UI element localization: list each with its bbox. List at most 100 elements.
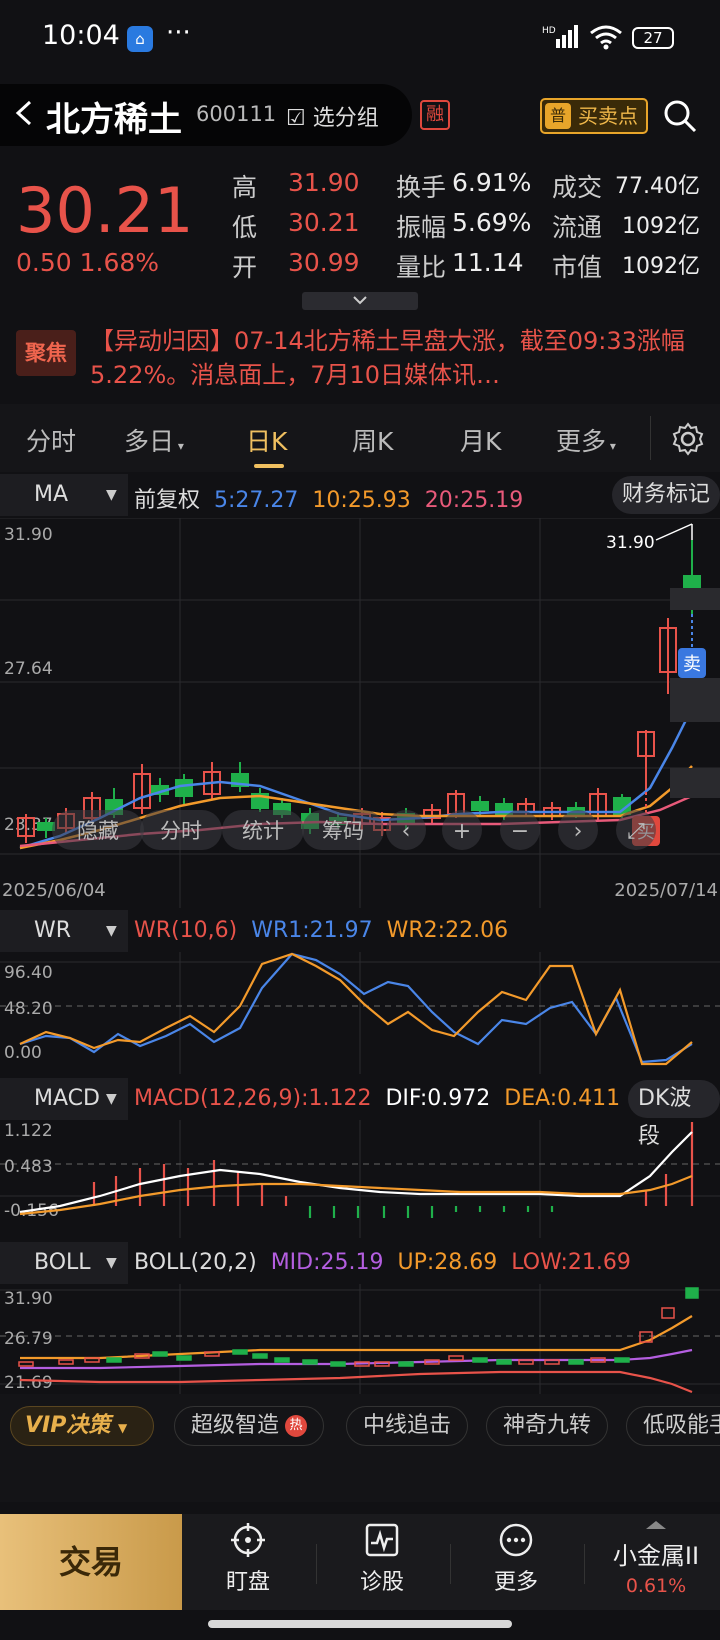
tab-week-k[interactable]: 周K (352, 422, 393, 458)
quote-row: 低 30.21 振幅 5.69% 流通 1092亿 (232, 208, 712, 248)
y-axis-label: 0.483 (4, 1157, 53, 1177)
tab-more[interactable]: 更多 ▾ (556, 422, 616, 458)
gear-icon[interactable] (671, 422, 705, 456)
ma-selector[interactable]: MA ▼ (0, 474, 128, 516)
quote-value: 31.90 (288, 168, 360, 197)
quote-value: 1092亿 (622, 214, 700, 239)
financial-marks-button[interactable]: 财务标记 (612, 476, 720, 514)
kline-tool-label: 分时 (160, 819, 202, 843)
boll-candle (204, 1351, 220, 1357)
boll-candle (568, 1359, 584, 1365)
buy-sell-points-button[interactable]: 普买卖点 (540, 98, 648, 134)
macd-chart[interactable]: 1.1220.483-0.156 (0, 1120, 720, 1238)
wr-chart[interactable]: 96.40 48.20 0.00 (0, 952, 720, 1074)
back-arrow-icon[interactable] (8, 96, 38, 130)
news-banner[interactable]: 聚焦 【异动归因】07-14北方稀土早盘大涨，截至09:33涨幅5.22%。消息… (0, 312, 720, 400)
boll-candle (398, 1361, 414, 1367)
kline-candle (175, 779, 193, 797)
nav-diagnose[interactable]: 诊股 (322, 1522, 442, 1596)
boll-candle (252, 1353, 268, 1359)
expand-quote-button[interactable] (302, 292, 418, 310)
boll-candle (58, 1359, 74, 1365)
boll-candle (448, 1355, 464, 1361)
tab-fenshi[interactable]: 分时 (26, 422, 76, 458)
boll-candle (232, 1349, 248, 1355)
y-axis-label: 26.79 (4, 1329, 53, 1349)
quote-label: 市值 (552, 253, 603, 282)
boll-candle (274, 1357, 290, 1363)
macd-selector[interactable]: MACD ▼ (0, 1078, 128, 1120)
nav-more[interactable]: 更多 (456, 1522, 576, 1596)
quote-value: 1092亿 (622, 254, 700, 279)
quote-value: 6.91% (452, 168, 532, 197)
nav-left-icon: ‹ (402, 819, 411, 844)
nav-diagnose-label: 诊股 (359, 1570, 404, 1595)
quote-label: 高 (232, 173, 258, 202)
macd-name: MACD(12,26,9):1.122 (134, 1086, 372, 1111)
kline-tool-label: 隐藏 (77, 819, 119, 843)
dea-line (19, 1174, 693, 1216)
nav-more-label: 更多 (493, 1570, 538, 1595)
sector-name: 小金属II (612, 1542, 700, 1570)
dif-value: DIF:0.972 (385, 1086, 491, 1111)
search-icon[interactable] (662, 98, 698, 134)
select-group-label: 选分组 (312, 106, 379, 131)
sector-quote[interactable]: 小金属II 0.61% (596, 1521, 716, 1597)
ma5-value: 5:27.27 (214, 488, 299, 513)
quote-value: 30.21 (288, 208, 360, 237)
dea-value: DEA:0.411 (504, 1086, 621, 1111)
adjust-label: 前复权 (134, 488, 201, 513)
boll-candle (18, 1361, 34, 1367)
tab-day-k[interactable]: 日K (246, 422, 287, 458)
trade-button[interactable]: 交易 (0, 1514, 182, 1610)
chip-nine-turns[interactable]: 神奇九转 (486, 1406, 609, 1446)
bottom-nav: 交易 盯盘 诊股 更多 小金属II 0.61% (0, 1514, 720, 1610)
period-tabs: 分时 多日 ▾ 日K 周K 月K 更多 ▾ (0, 404, 720, 472)
kline-candle (37, 822, 55, 831)
vip-decision-button[interactable]: VIP决策 ▼ (10, 1406, 154, 1446)
hd-label: HD (542, 26, 556, 36)
wr-selector[interactable]: WR ▼ (0, 910, 128, 952)
price-change: 0.50 1.68% (16, 248, 160, 277)
date-start-label: 2025/06/04 (2, 880, 106, 901)
dk-band-button[interactable]: DK波段 (628, 1080, 720, 1149)
boll-candle (472, 1357, 488, 1363)
chip-midline[interactable]: 中线追击 (346, 1406, 469, 1446)
edge-tab (670, 768, 720, 798)
quote-label: 成交 (552, 173, 603, 202)
nav-watch[interactable]: 盯盘 (188, 1522, 308, 1596)
tab-multi-day[interactable]: 多日 ▾ (124, 422, 184, 458)
y-axis-label: 27.64 (4, 659, 53, 679)
boll-candle (518, 1359, 534, 1365)
quote-row: 开 30.99 量比 11.14 市值 1092亿 (232, 248, 712, 288)
y-axis-label: 96.40 (4, 963, 53, 983)
boll-candle (330, 1361, 346, 1367)
more-notifications-icon: ··· (166, 18, 191, 48)
buy-sell-label: 买卖点 (578, 104, 638, 128)
ma10-value: 10:25.93 (312, 488, 411, 513)
chip-super-smart[interactable]: 超级智造热 (174, 1406, 325, 1446)
home-indicator[interactable] (208, 1620, 512, 1628)
quote-label: 开 (232, 253, 258, 282)
y-axis-label: 31.90 (4, 1289, 53, 1309)
chart-pulse-icon (365, 1523, 399, 1557)
hot-badge: 热 (285, 1415, 308, 1437)
kline-chart[interactable]: 31.9027.6423.3731.90卖买隐藏分时统计筹码‹+−›⤢2025/… (0, 518, 720, 908)
select-group-button[interactable]: ☑ 选分组 (286, 100, 379, 132)
chip-low-buy[interactable]: 低吸能手 (626, 1406, 720, 1446)
focus-badge: 聚焦 (16, 330, 76, 376)
wifi-icon (590, 25, 622, 50)
battery-icon: 27 (632, 27, 674, 49)
quote-value: 5.69% (452, 208, 532, 237)
boll-selector[interactable]: BOLL ▼ (0, 1242, 128, 1284)
quote-label: 量比 (396, 253, 447, 282)
quote-panel: 30.21 0.50 1.68% 高 31.90 换手 6.91% 成交 77.40亿低 3… (0, 160, 720, 308)
macd-header: MACD ▼ MACD(12,26,9):1.122 DIF:0.972 DEA:0.… (0, 1078, 720, 1120)
active-tab-indicator (254, 464, 284, 468)
boll-candle (496, 1359, 512, 1365)
tab-month-k[interactable]: 月K (460, 422, 501, 458)
margin-badge[interactable]: 融 (420, 100, 450, 130)
quote-value: 11.14 (452, 248, 524, 277)
sector-change: 0.61% (625, 1575, 687, 1597)
boll-chart[interactable]: 31.90 26.79 21.69 (0, 1284, 720, 1394)
